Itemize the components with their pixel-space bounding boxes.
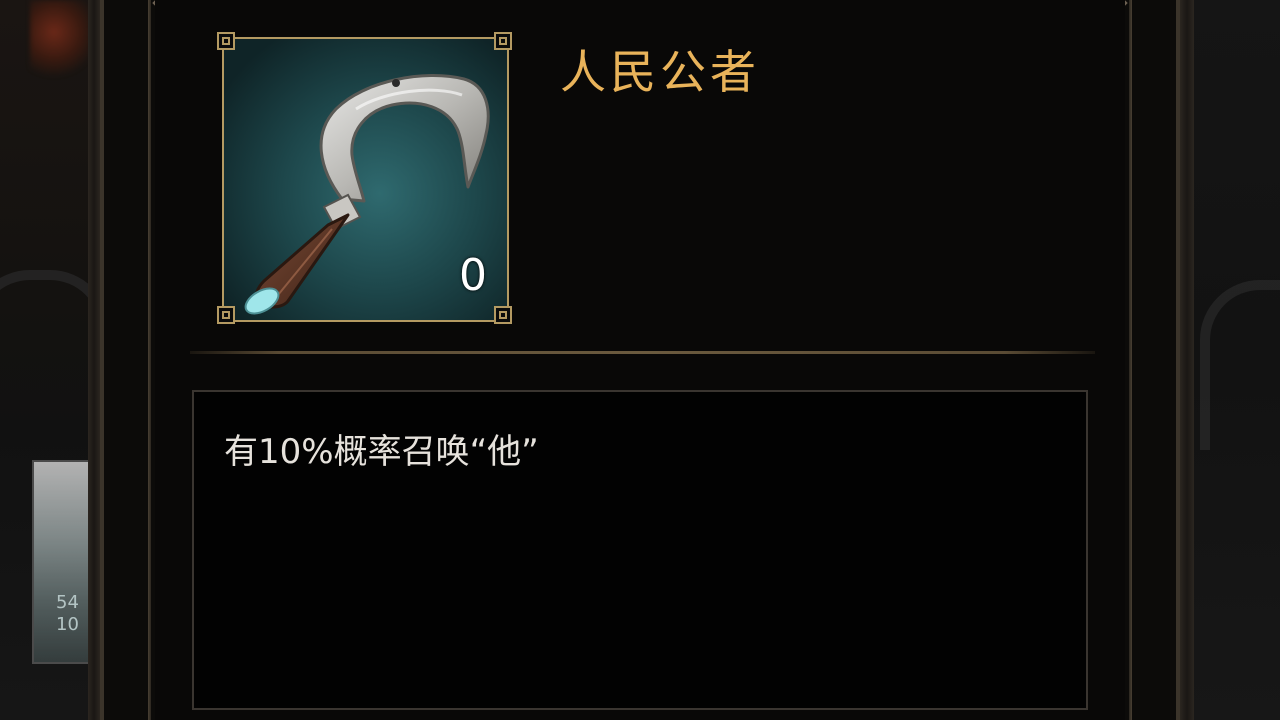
background-item-card: 54 10 <box>32 460 92 664</box>
frame-pillar-left <box>88 0 100 720</box>
background-right <box>1180 0 1280 720</box>
icon-frame-corner <box>494 306 520 332</box>
item-count: 0 <box>459 250 487 301</box>
frame-border-left <box>148 0 151 720</box>
section-divider <box>190 351 1095 354</box>
game-screen: 54 10 0 人民公者 有10%概率召唤“他” <box>0 0 1280 720</box>
background-effect <box>30 0 90 80</box>
item-icon-slot[interactable]: 0 <box>222 37 509 322</box>
item-name: 人民公者 <box>560 45 760 99</box>
icon-frame-corner <box>217 306 243 332</box>
icon-frame-corner <box>494 32 520 58</box>
frame-pillar-right <box>1180 0 1194 720</box>
item-description-box: 有10%概率召唤“他” <box>192 390 1088 710</box>
background-card-count: 54 10 <box>56 592 79 635</box>
frame-border-right <box>1129 0 1132 720</box>
background-arch <box>1200 280 1280 450</box>
background-left: 54 10 <box>0 0 110 720</box>
icon-frame-corner <box>217 32 243 58</box>
item-description: 有10%概率召唤“他” <box>224 432 539 472</box>
item-detail-panel: 0 人民公者 有10%概率召唤“他” <box>155 0 1125 720</box>
